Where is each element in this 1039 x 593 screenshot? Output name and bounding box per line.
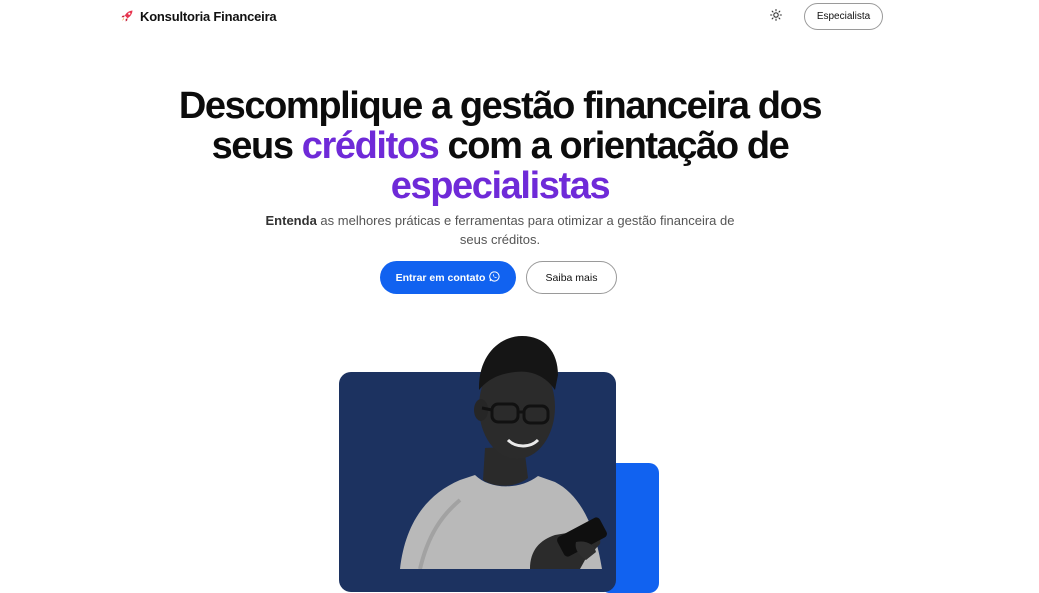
theme-toggle[interactable] (766, 7, 786, 27)
hero-title-part2: com a orientação de (438, 125, 790, 167)
whatsapp-icon (489, 270, 500, 285)
hero-subtitle-bold: Entenda (265, 213, 317, 228)
hero-photo (400, 336, 607, 569)
hero-title-accent-credits: créditos (301, 125, 440, 167)
rocket-icon (120, 9, 134, 23)
contact-button-label: Entrar em contato (395, 271, 486, 284)
hero-subtitle: Entenda as melhores práticas e ferrament… (250, 211, 750, 249)
hero-title-accent-specialists: especialistas (390, 165, 611, 207)
specialist-button[interactable]: Especialista (804, 3, 883, 30)
brand-name: Konsultoria Financeira (140, 8, 277, 24)
contact-button[interactable]: Entrar em contato (380, 261, 516, 294)
hero-title: Descomplique a gestão financeira dos seu… (150, 86, 850, 206)
brand-logo[interactable]: Konsultoria Financeira (120, 6, 277, 26)
hero-subtitle-rest: as melhores práticas e ferramentas para … (316, 213, 735, 247)
sun-icon (770, 8, 782, 26)
learn-more-button[interactable]: Saiba mais (526, 261, 617, 294)
